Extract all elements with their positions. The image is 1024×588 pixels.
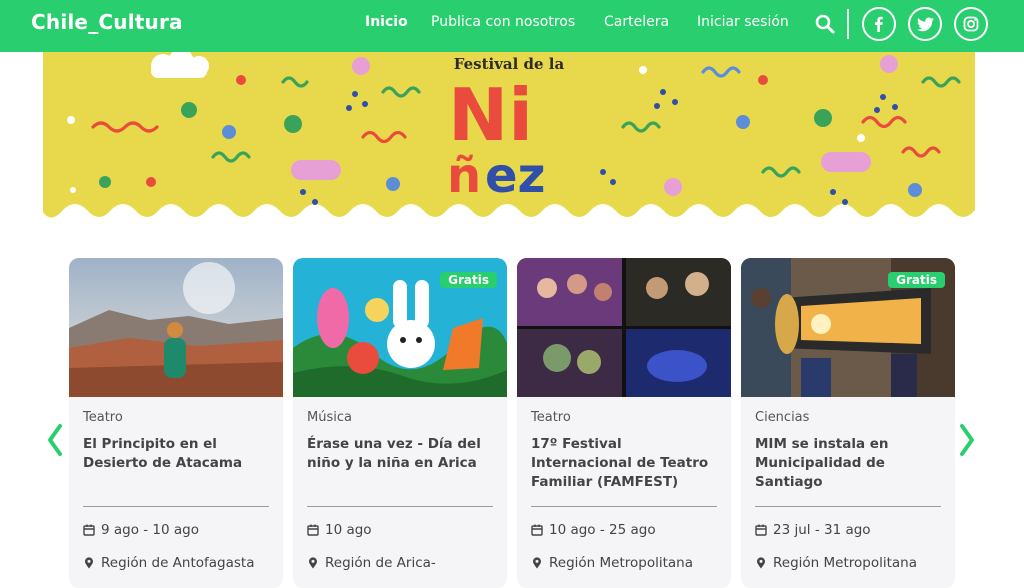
calendar-icon — [83, 524, 95, 536]
nav-home[interactable]: Inicio — [365, 14, 408, 30]
event-category: Teatro — [531, 410, 571, 425]
instagram-icon[interactable] — [954, 7, 988, 41]
event-category: Ciencias — [755, 410, 810, 425]
event-title[interactable]: El Principito en el Desierto de Atacama — [83, 435, 275, 473]
card-divider — [83, 506, 269, 507]
carousel-next-arrow[interactable] — [956, 422, 978, 458]
event-region-text: Región de Arica- — [325, 555, 436, 571]
location-pin-icon — [309, 557, 317, 569]
banner-word-ni: Ni — [448, 73, 533, 157]
event-card[interactable]: Teatro 17º Festival Internacional de Tea… — [517, 258, 731, 588]
event-card[interactable]: Gratis Música Érase una vez - Día del ni… — [293, 258, 507, 588]
event-category: Teatro — [83, 410, 123, 425]
event-image[interactable] — [517, 258, 731, 397]
free-badge: Gratis — [440, 272, 497, 288]
site-logo[interactable]: Chile_Cultura — [31, 10, 183, 34]
carousel-prev-arrow[interactable] — [44, 422, 66, 458]
event-card[interactable]: Gratis Ciencias MIM se instala en Munici… — [741, 258, 955, 588]
site-header: Chile_Cultura Inicio Publica con nosotro… — [0, 0, 1024, 52]
event-date-text: 9 ago - 10 ago — [101, 522, 200, 538]
event-region-text: Región de Antofagasta — [101, 555, 255, 571]
calendar-icon — [531, 524, 543, 536]
banner-word-enye: ñ — [447, 148, 481, 204]
location-pin-icon — [85, 557, 93, 569]
event-image[interactable] — [69, 258, 283, 397]
nav-billboard[interactable]: Cartelera — [604, 14, 669, 30]
card-divider — [531, 506, 717, 507]
event-date: 10 ago - 25 ago — [531, 522, 656, 538]
search-icon[interactable] — [814, 13, 836, 35]
event-region-text: Región Metropolitana — [773, 555, 917, 571]
event-date-text: 10 ago - 25 ago — [549, 522, 656, 538]
card-divider — [755, 506, 941, 507]
festival-banner[interactable]: Festival de la Ni ñ ez — [43, 52, 975, 222]
event-category: Música — [307, 410, 352, 425]
location-pin-icon — [757, 557, 765, 569]
event-title[interactable]: 17º Festival Internacional de Teatro Fam… — [531, 435, 723, 492]
event-region: Región de Arica- — [307, 555, 436, 571]
header-divider — [847, 9, 849, 39]
event-date: 9 ago - 10 ago — [83, 522, 199, 538]
event-image[interactable]: Gratis — [293, 258, 507, 397]
event-title[interactable]: Érase una vez - Día del niño y la niña e… — [307, 435, 499, 473]
twitter-icon[interactable] — [908, 7, 942, 41]
event-card[interactable]: Teatro El Principito en el Desierto de A… — [69, 258, 283, 588]
event-region: Región Metropolitana — [531, 555, 693, 571]
facebook-icon[interactable] — [862, 7, 896, 41]
event-region: Región de Antofagasta — [83, 555, 254, 571]
event-date-text: 10 ago — [325, 522, 372, 538]
event-title[interactable]: MIM se instala en Municipalidad de Santi… — [755, 435, 947, 492]
festival-banner-art: Festival de la Ni ñ ez — [43, 52, 975, 218]
event-date: 23 jul - 31 ago — [755, 522, 871, 538]
nav-login[interactable]: Iniciar sesión — [697, 14, 789, 30]
event-image[interactable]: Gratis — [741, 258, 955, 397]
card-divider — [307, 506, 493, 507]
calendar-icon — [307, 524, 319, 536]
banner-title-line: Festival de la — [454, 55, 565, 73]
event-date: 10 ago — [307, 522, 372, 538]
banner-word-ez: ez — [485, 148, 546, 204]
nav-publish[interactable]: Publica con nosotros — [431, 14, 575, 30]
location-pin-icon — [533, 557, 541, 569]
free-badge: Gratis — [888, 272, 945, 288]
event-region: Región Metropolitana — [755, 555, 917, 571]
calendar-icon — [755, 524, 767, 536]
event-date-text: 23 jul - 31 ago — [773, 522, 871, 538]
event-region-text: Región Metropolitana — [549, 555, 693, 571]
